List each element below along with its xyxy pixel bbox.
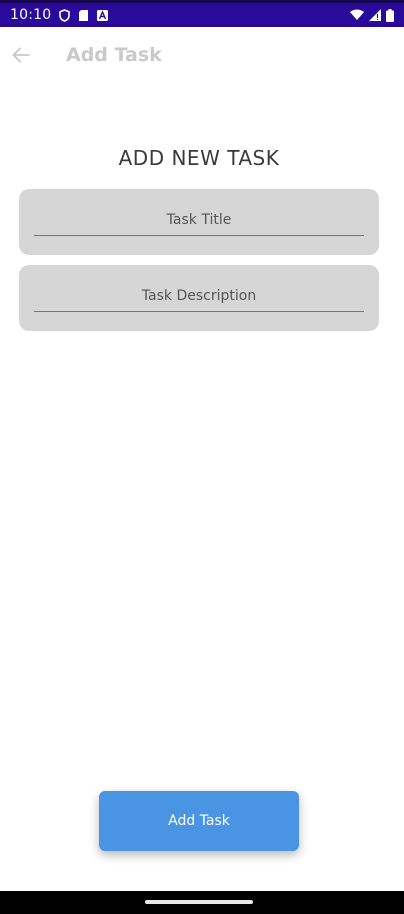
- app-bar: Add Task: [0, 27, 404, 84]
- battery-icon: [386, 8, 394, 22]
- page-heading: ADD NEW TASK: [118, 146, 280, 170]
- wifi-icon: [350, 9, 364, 21]
- status-time: 10:10: [10, 7, 52, 23]
- app-bar-title: Add Task: [66, 44, 162, 66]
- task-title-card: [19, 189, 379, 255]
- navigation-bar: [0, 891, 404, 914]
- add-task-button[interactable]: Add Task: [99, 791, 299, 851]
- task-title-input[interactable]: [34, 205, 364, 236]
- add-task-screen: 10:10 Add Task ADD NEW TASK Task Title T…: [0, 0, 404, 914]
- a-badge-icon: [97, 9, 109, 21]
- shield-icon: [59, 8, 71, 22]
- task-description-card: [19, 265, 379, 331]
- back-button[interactable]: [8, 39, 34, 71]
- sd-card-icon: [78, 9, 89, 22]
- home-handle[interactable]: [145, 900, 253, 904]
- task-description-input[interactable]: [34, 281, 364, 312]
- status-bar: 10:10: [0, 0, 404, 27]
- status-right-icons: [350, 8, 394, 22]
- status-left-icons: [59, 8, 109, 22]
- arrow-back-icon: [12, 47, 30, 63]
- signal-icon: [369, 9, 381, 21]
